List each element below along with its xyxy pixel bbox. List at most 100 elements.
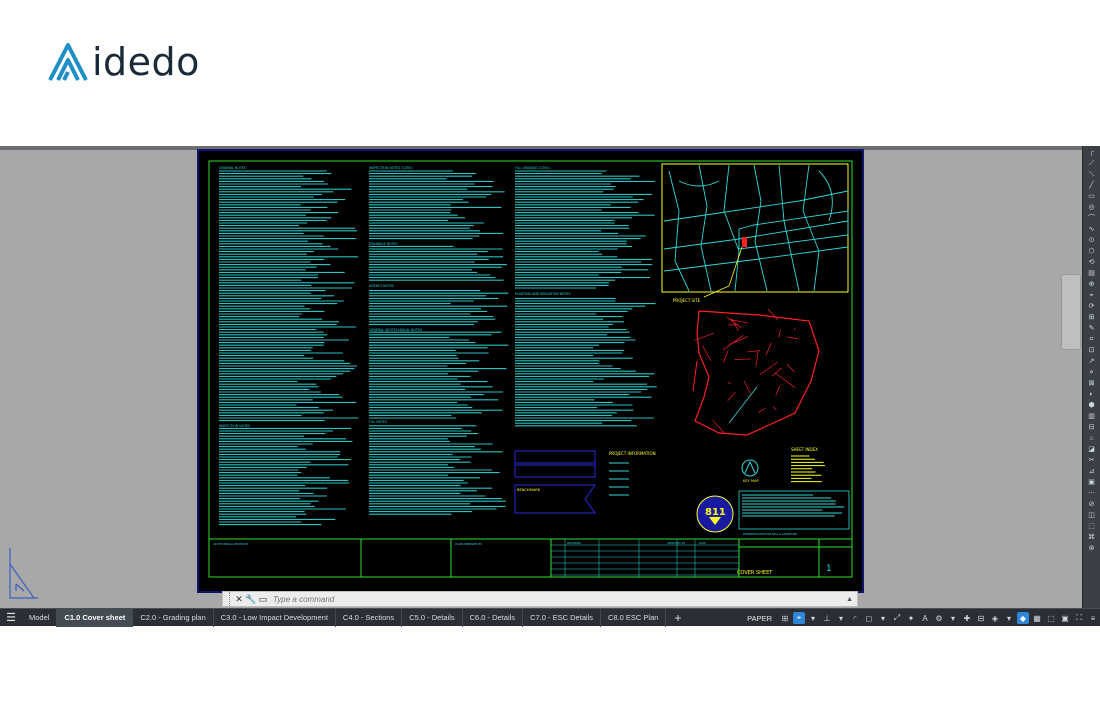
tool-icon-7[interactable]: ∿: [1085, 225, 1099, 234]
tool-icon-33[interactable]: ◫: [1085, 511, 1099, 520]
layout-tab-8[interactable]: C8.0 ESC Plan: [601, 608, 667, 627]
tool-icon-29[interactable]: ⊿: [1085, 467, 1099, 476]
tool-icon-35[interactable]: ⌘: [1085, 533, 1099, 542]
tool-icon-26[interactable]: ⌂: [1085, 434, 1099, 443]
tool-icon-8[interactable]: ⊙: [1085, 236, 1099, 245]
region-road: [702, 345, 712, 361]
tool-icon-18[interactable]: ⊡: [1085, 346, 1099, 355]
ortho-icon[interactable]: ⊥: [821, 612, 833, 624]
tool-icon-27[interactable]: ◪: [1085, 445, 1099, 454]
tool-icon-22[interactable]: ◐: [1085, 390, 1099, 399]
notes-heading: INSPECTION NOTES (CONT.): [369, 166, 413, 170]
command-input[interactable]: [273, 594, 833, 604]
notes-heading: INSPECTION NOTES: [219, 424, 250, 428]
aidedo-brand-text: idedo: [92, 40, 200, 84]
sheet-title: COVER SHEET: [737, 570, 773, 576]
close-icon[interactable]: ✕: [233, 592, 245, 606]
key-map-arrow: [744, 460, 756, 474]
osnap-icon[interactable]: ◻: [863, 612, 875, 624]
chevron-up-icon[interactable]: ▲: [846, 596, 853, 603]
navigation-bar[interactable]: [1061, 274, 1081, 350]
tool-icon-4[interactable]: ▭: [1085, 192, 1099, 201]
tool-icon-14[interactable]: ⟳: [1085, 302, 1099, 311]
tool-icon-30[interactable]: ▣: [1085, 478, 1099, 487]
tool-icon-28[interactable]: ✂: [1085, 456, 1099, 465]
tool-icon-24[interactable]: ▥: [1085, 412, 1099, 421]
region-road: [759, 361, 778, 375]
layout-tab-5[interactable]: C5.0 - Details: [402, 608, 463, 627]
add-layout-button[interactable]: +: [666, 609, 689, 627]
dropdown-icon[interactable]: ▾: [947, 612, 959, 624]
dropdown-icon[interactable]: ▾: [877, 612, 889, 624]
tool-icon-6[interactable]: ⌒: [1085, 214, 1099, 223]
paper-sheet[interactable]: GENERAL NOTES INSPECTION NOTES INSPECTION …: [197, 149, 864, 593]
tool-icon-0[interactable]: ┌: [1085, 148, 1099, 157]
tool-icon-11[interactable]: ▤: [1085, 269, 1099, 278]
command-prompt-icon[interactable]: ▭: [257, 592, 269, 606]
layout-tab-1[interactable]: C1.0 Cover sheet: [57, 608, 134, 627]
lock-ui-icon[interactable]: ⬚: [1045, 612, 1057, 624]
tool-icon-3[interactable]: ╱: [1085, 181, 1099, 190]
notes-heading: PLANTING AND IRRIGATION NOTES: [515, 292, 571, 296]
layout-tab-6[interactable]: C6.0 - Details: [463, 608, 524, 627]
drawing-canvas[interactable]: GENERAL NOTES INSPECTION NOTES INSPECTION …: [0, 146, 1082, 608]
tool-icon-23[interactable]: ⬢: [1085, 401, 1099, 410]
dropdown-icon[interactable]: ▾: [835, 612, 847, 624]
vicinity-road: [678, 180, 720, 187]
tool-icon-5[interactable]: ◎: [1085, 203, 1099, 212]
annotation-icon[interactable]: A: [919, 612, 931, 624]
vicinity-road: [663, 190, 849, 222]
ucs-icon: [9, 548, 38, 599]
tool-icon-25[interactable]: ⊟: [1085, 423, 1099, 432]
tool-icon-16[interactable]: ✎: [1085, 324, 1099, 333]
region-inset: [692, 360, 698, 392]
key-map-label: KEY MAP: [743, 479, 760, 483]
space-toggle[interactable]: PAPER: [747, 614, 772, 623]
gear-icon[interactable]: ⚙: [933, 612, 945, 624]
otrack-icon[interactable]: ⤢: [891, 612, 903, 624]
vicinity-road: [723, 164, 740, 292]
tool-icon-19[interactable]: ↗: [1085, 357, 1099, 366]
tool-icon-10[interactable]: ⟲: [1085, 258, 1099, 267]
layout-tab-0[interactable]: Model: [22, 608, 58, 627]
tool-icon-2[interactable]: ⟍: [1085, 170, 1099, 179]
snap-icon[interactable]: ⌖: [793, 612, 805, 624]
units-icon[interactable]: ⊟: [975, 612, 987, 624]
tool-icon-32[interactable]: ⊘: [1085, 500, 1099, 509]
tool-icon-12[interactable]: ⊕: [1085, 280, 1099, 289]
isolate-icon[interactable]: ◈: [989, 612, 1001, 624]
tool-icon-15[interactable]: ⊞: [1085, 313, 1099, 322]
polar-icon[interactable]: ◜: [849, 612, 861, 624]
hamburger-menu-icon[interactable]: ☰: [0, 609, 22, 627]
layout-tab-2[interactable]: C2.0 - Grading plan: [133, 608, 214, 627]
monitor-icon[interactable]: ▣: [1059, 612, 1071, 624]
tool-icon-20[interactable]: ⋄: [1085, 368, 1099, 377]
layout-tab-7[interactable]: C7.0 - ESC Details: [523, 608, 601, 627]
tool-icon-36[interactable]: ⊛: [1085, 544, 1099, 553]
tool-icon-21[interactable]: ⊠: [1085, 379, 1099, 388]
tool-icon-31[interactable]: ⋯: [1085, 489, 1099, 498]
plus-icon[interactable]: ✚: [961, 612, 973, 624]
clean-screen-icon[interactable]: ⛶: [1073, 612, 1085, 624]
tool-icon-9[interactable]: ⬡: [1085, 247, 1099, 256]
lineweight-icon[interactable]: ✦: [905, 612, 917, 624]
hardware-accel-icon[interactable]: ◆: [1017, 612, 1029, 624]
wrench-icon[interactable]: 🔧: [245, 592, 257, 606]
tool-icon-13[interactable]: ⌖: [1085, 291, 1099, 300]
customize-icon[interactable]: ≡: [1087, 612, 1099, 624]
aidedo-logo: idedo: [48, 40, 200, 84]
dropdown-icon[interactable]: ▾: [807, 612, 819, 624]
command-line-grip[interactable]: [223, 592, 230, 606]
grid-icon[interactable]: ⊞: [779, 612, 791, 624]
layout-tab-3[interactable]: C3.0 - Low Impact Development: [214, 608, 336, 627]
tool-icon-17[interactable]: ⌗: [1085, 335, 1099, 344]
quick-props-icon[interactable]: ▦: [1031, 612, 1043, 624]
layout-tab-4[interactable]: C4.0 - Sections: [336, 608, 403, 627]
dropdown-icon[interactable]: ▾: [1003, 612, 1015, 624]
tool-icon-34[interactable]: ⬚: [1085, 522, 1099, 531]
aidedo-logo-icon: [48, 43, 88, 81]
tool-icon-1[interactable]: ⟋: [1085, 159, 1099, 168]
region-road: [727, 382, 731, 384]
region-outline: [694, 310, 820, 436]
benchmark-label: BENCHMARK: [517, 488, 541, 492]
